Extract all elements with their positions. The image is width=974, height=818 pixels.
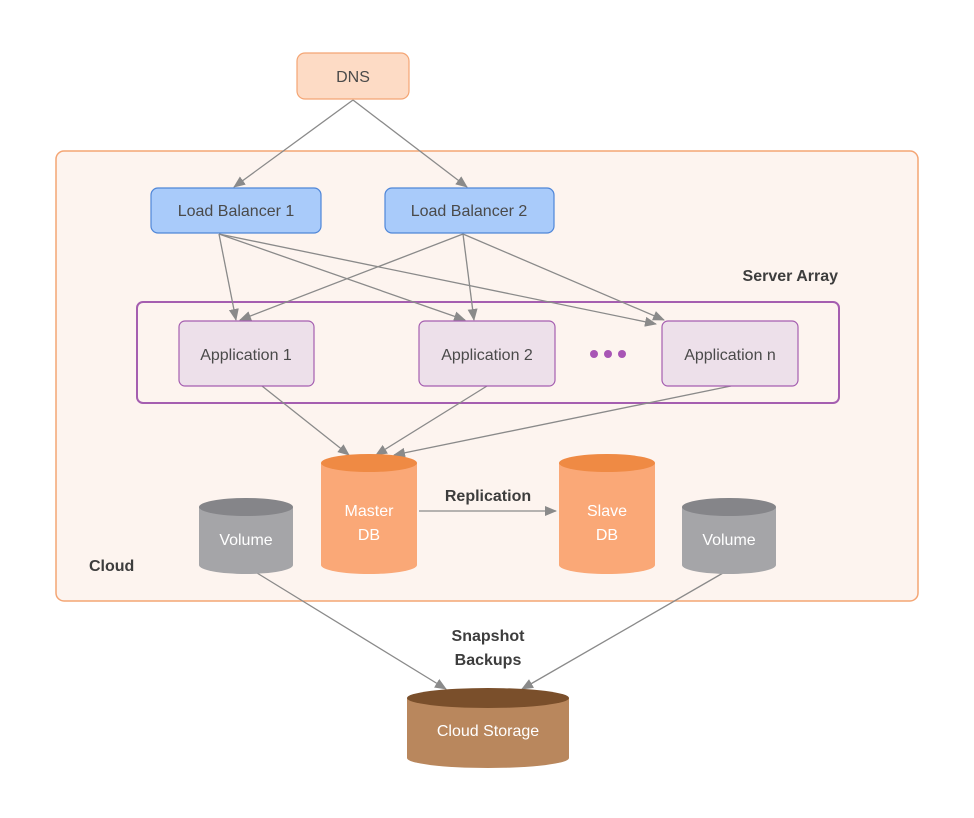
server-array-label: Server Array — [743, 268, 839, 285]
volume-1-label: Volume — [219, 532, 272, 549]
more-applications-ellipsis — [590, 350, 626, 358]
snapshot-backups-label-line1: Snapshot — [452, 628, 526, 645]
replication-label: Replication — [445, 488, 531, 505]
application-1-label: Application 1 — [200, 347, 292, 364]
cloud-storage[interactable]: Cloud Storage — [407, 688, 569, 768]
master-db-label-line2: DB — [358, 527, 380, 544]
cloud-label: Cloud — [89, 558, 134, 575]
slave-db[interactable]: Slave DB — [559, 454, 655, 574]
application-n[interactable]: Application n — [661, 320, 799, 387]
master-db-label-line1: Master — [345, 503, 395, 520]
load-balancer-1-label: Load Balancer 1 — [178, 203, 295, 220]
load-balancer-2[interactable]: Load Balancer 2 — [384, 187, 555, 234]
master-db[interactable]: Master DB — [321, 454, 417, 574]
slave-db-label-line1: Slave — [587, 503, 627, 520]
cloud-storage-label: Cloud Storage — [437, 723, 539, 740]
volume-1[interactable]: Volume — [199, 498, 293, 574]
load-balancer-1[interactable]: Load Balancer 1 — [150, 187, 322, 234]
dns-node[interactable]: DNS — [296, 52, 410, 100]
application-n-label: Application n — [684, 347, 776, 364]
dns-label: DNS — [336, 69, 370, 86]
volume-2-label: Volume — [702, 532, 755, 549]
slave-db-label-line2: DB — [596, 527, 618, 544]
volume-2[interactable]: Volume — [682, 498, 776, 574]
architecture-diagram: DNS Load Balancer 1 Load Balancer 2 Serv… — [55, 52, 919, 768]
application-1[interactable]: Application 1 — [178, 320, 315, 387]
load-balancer-2-label: Load Balancer 2 — [411, 203, 528, 220]
snapshot-backups-label-line2: Backups — [455, 652, 522, 669]
application-2-label: Application 2 — [441, 347, 533, 364]
application-2[interactable]: Application 2 — [418, 320, 556, 387]
